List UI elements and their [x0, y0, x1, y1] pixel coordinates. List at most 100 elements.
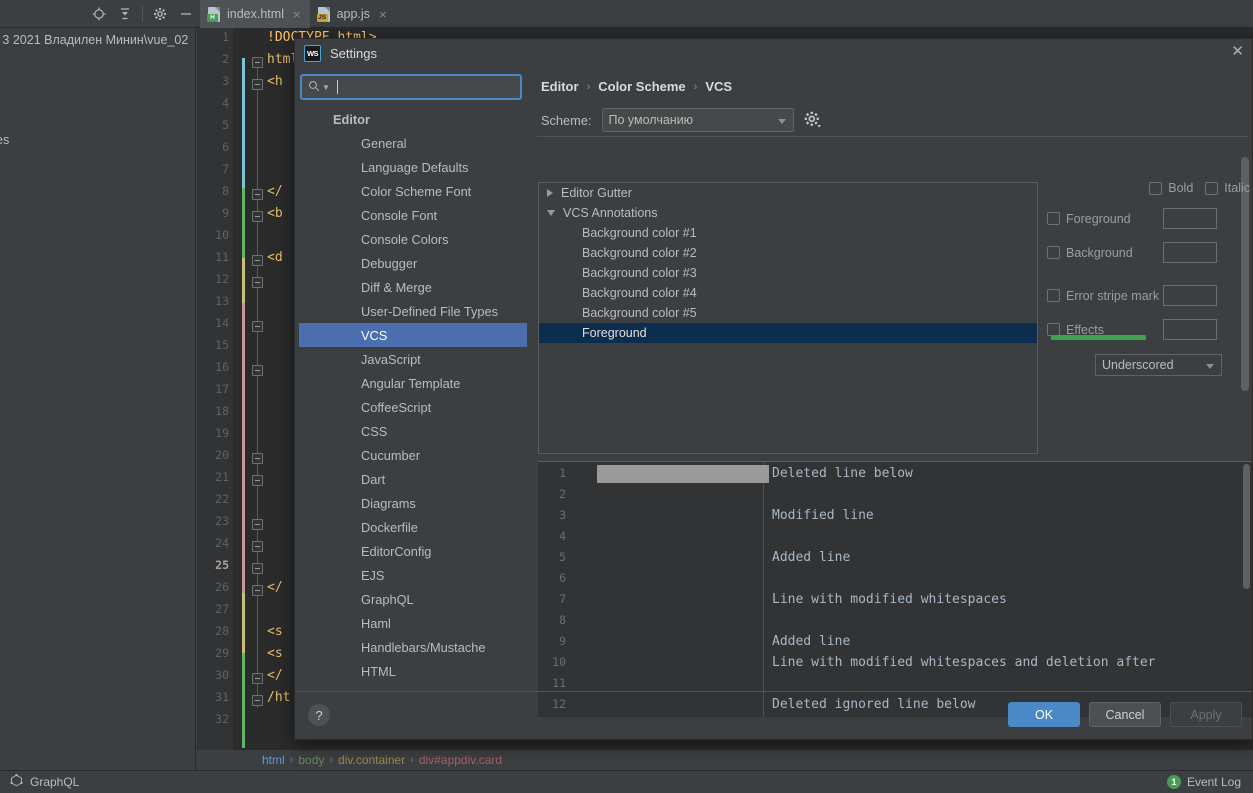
settings-tree-item-console-font[interactable]: Console Font [299, 203, 527, 227]
settings-breadcrumb-item[interactable]: Editor [541, 79, 579, 94]
color-item-background-color-1[interactable]: Background color #1 [539, 223, 1037, 243]
settings-tree-item-html[interactable]: HTML [299, 659, 527, 683]
fold-toggle[interactable] [252, 211, 263, 222]
search-input[interactable] [339, 80, 520, 94]
color-item-foreground[interactable]: Foreground [539, 323, 1037, 343]
settings-tree-item-diff-merge[interactable]: Diff & Merge [299, 275, 527, 299]
foreground-checkbox[interactable]: Foreground [1047, 212, 1163, 226]
triangle-down-icon[interactable] [547, 210, 555, 216]
fold-toggle[interactable] [252, 453, 263, 464]
settings-search[interactable]: ▼ [300, 74, 522, 100]
color-item-editor-gutter[interactable]: Editor Gutter [539, 183, 1037, 203]
effect-type-select[interactable]: Underscored [1095, 354, 1222, 376]
statusbar-graphql-label[interactable]: GraphQL [30, 775, 79, 789]
fold-toggle[interactable] [252, 563, 263, 574]
fold-toggle[interactable] [252, 519, 263, 530]
fold-toggle[interactable] [252, 321, 263, 332]
close-icon[interactable]: ✕ [1231, 44, 1244, 60]
preview-scrollbar[interactable] [1243, 464, 1250, 589]
error-stripe-checkbox[interactable]: Error stripe mark [1047, 289, 1163, 303]
settings-tree-item-haml[interactable]: Haml [299, 611, 527, 635]
chevron-down-icon[interactable]: ▼ [322, 83, 330, 92]
scheme-select[interactable]: По умолчанию [601, 108, 794, 132]
settings-tree-item-cucumber[interactable]: Cucumber [299, 443, 527, 467]
preview-line-text: Line with modified whitespaces [772, 592, 1007, 607]
fold-toggle[interactable] [252, 585, 263, 596]
settings-tree-item-dart[interactable]: Dart [299, 467, 527, 491]
checkbox-box[interactable] [1149, 181, 1163, 195]
settings-tree-item-dockerfile[interactable]: Dockerfile [299, 515, 527, 539]
close-icon[interactable]: × [379, 7, 387, 22]
breadcrumb-item[interactable]: body [298, 753, 324, 767]
cancel-button[interactable]: Cancel [1089, 702, 1161, 727]
settings-tree-item-debugger[interactable]: Debugger [299, 251, 527, 275]
breadcrumb-item[interactable]: div#appdiv.card [419, 753, 502, 767]
breadcrumb-item[interactable]: html [262, 753, 285, 767]
color-item-background-color-4[interactable]: Background color #4 [539, 283, 1037, 303]
editor-tab-index-html[interactable]: H index.html × [200, 0, 310, 28]
settings-tree-item-vcs[interactable]: VCS [299, 323, 527, 347]
code-folding-column[interactable] [251, 28, 265, 750]
settings-tree-item-angular-template[interactable]: Angular Template [299, 371, 527, 395]
foreground-color-swatch[interactable] [1163, 208, 1217, 229]
project-tool-window[interactable]: e 3 2021 Владилен Минин\vue_02 es [0, 28, 196, 770]
settings-tree-item-graphql[interactable]: GraphQL [299, 587, 527, 611]
fold-toggle[interactable] [252, 673, 263, 684]
editor-line-number: 8 [222, 184, 229, 198]
minimize-icon[interactable] [173, 4, 199, 24]
color-scheme-preview[interactable]: 1 Deleted line below 2 3 Modified line 4 5 Adde… [538, 461, 1252, 717]
settings-tree-item-general[interactable]: General [299, 131, 527, 155]
settings-tree-item-editorconfig[interactable]: EditorConfig [299, 539, 527, 563]
settings-tree-item-editor[interactable]: Editor [299, 107, 527, 131]
settings-breadcrumb-item[interactable]: VCS [705, 79, 732, 94]
statusbar-event-log-label[interactable]: Event Log [1187, 775, 1241, 789]
checkbox-box[interactable] [1205, 181, 1219, 195]
settings-tree-item-css[interactable]: CSS [299, 419, 527, 443]
editor-gutter[interactable]: 1 2 3 4 5 6 7 8 9 10 11 12 13 14 15 16 17 18 19 20 21 22 23 24 2… [197, 28, 233, 750]
settings-tree-item-console-colors[interactable]: Console Colors [299, 227, 527, 251]
fold-toggle[interactable] [252, 255, 263, 266]
settings-tree-item-color-scheme-font[interactable]: Color Scheme Font [299, 179, 527, 203]
fold-toggle[interactable] [252, 541, 263, 552]
fold-toggle[interactable] [252, 189, 263, 200]
settings-gear-icon[interactable] [147, 4, 173, 24]
locate-icon[interactable] [86, 4, 112, 24]
triangle-right-icon[interactable] [547, 189, 553, 197]
close-icon[interactable]: × [293, 7, 301, 22]
effects-color-swatch[interactable] [1163, 319, 1217, 340]
color-item-background-color-2[interactable]: Background color #2 [539, 243, 1037, 263]
background-color-swatch[interactable] [1163, 242, 1217, 263]
color-item-background-color-3[interactable]: Background color #3 [539, 263, 1037, 283]
settings-tree-item-handlebars-mustache[interactable]: Handlebars/Mustache [299, 635, 527, 659]
bold-checkbox[interactable]: Bold [1149, 181, 1193, 195]
fold-toggle[interactable] [252, 57, 263, 68]
settings-breadcrumb-item[interactable]: Color Scheme [598, 79, 685, 94]
help-button[interactable]: ? [308, 704, 330, 726]
settings-tree-item-javascript[interactable]: JavaScript [299, 347, 527, 371]
color-item-background-color-5[interactable]: Background color #5 [539, 303, 1037, 323]
fold-toggle[interactable] [252, 365, 263, 376]
fold-toggle[interactable] [252, 277, 263, 288]
scheme-gear-icon[interactable] [804, 111, 822, 129]
fold-toggle[interactable] [252, 475, 263, 486]
editor-tab-app-js[interactable]: JS app.js × [310, 0, 396, 28]
settings-tree-item-coffeescript[interactable]: CoffeeScript [299, 395, 527, 419]
collapse-all-icon[interactable] [112, 4, 138, 24]
breadcrumb-item[interactable]: div.container [338, 753, 405, 767]
color-settings-list[interactable]: Editor Gutter VCS Annotations Background c… [538, 182, 1038, 454]
settings-tree-item-ejs[interactable]: EJS [299, 563, 527, 587]
ok-button[interactable]: OK [1008, 702, 1080, 727]
fold-toggle[interactable] [252, 79, 263, 90]
checkbox-box[interactable] [1047, 289, 1060, 302]
background-checkbox[interactable]: Background [1047, 246, 1163, 260]
settings-category-tree[interactable]: Editor General Language Defaults Color Sche… [299, 107, 527, 731]
error-stripe-color-swatch[interactable] [1163, 285, 1217, 306]
settings-tree-item-language-defaults[interactable]: Language Defaults [299, 155, 527, 179]
settings-tree-item-user-defined-file-types[interactable]: User-Defined File Types [299, 299, 527, 323]
color-item-vcs-annotations[interactable]: VCS Annotations [539, 203, 1037, 223]
checkbox-box[interactable] [1047, 246, 1060, 259]
settings-tree-item-diagrams[interactable]: Diagrams [299, 491, 527, 515]
checkbox-box[interactable] [1047, 212, 1060, 225]
fold-toggle[interactable] [252, 695, 263, 706]
italic-checkbox[interactable]: Italic [1205, 181, 1250, 195]
